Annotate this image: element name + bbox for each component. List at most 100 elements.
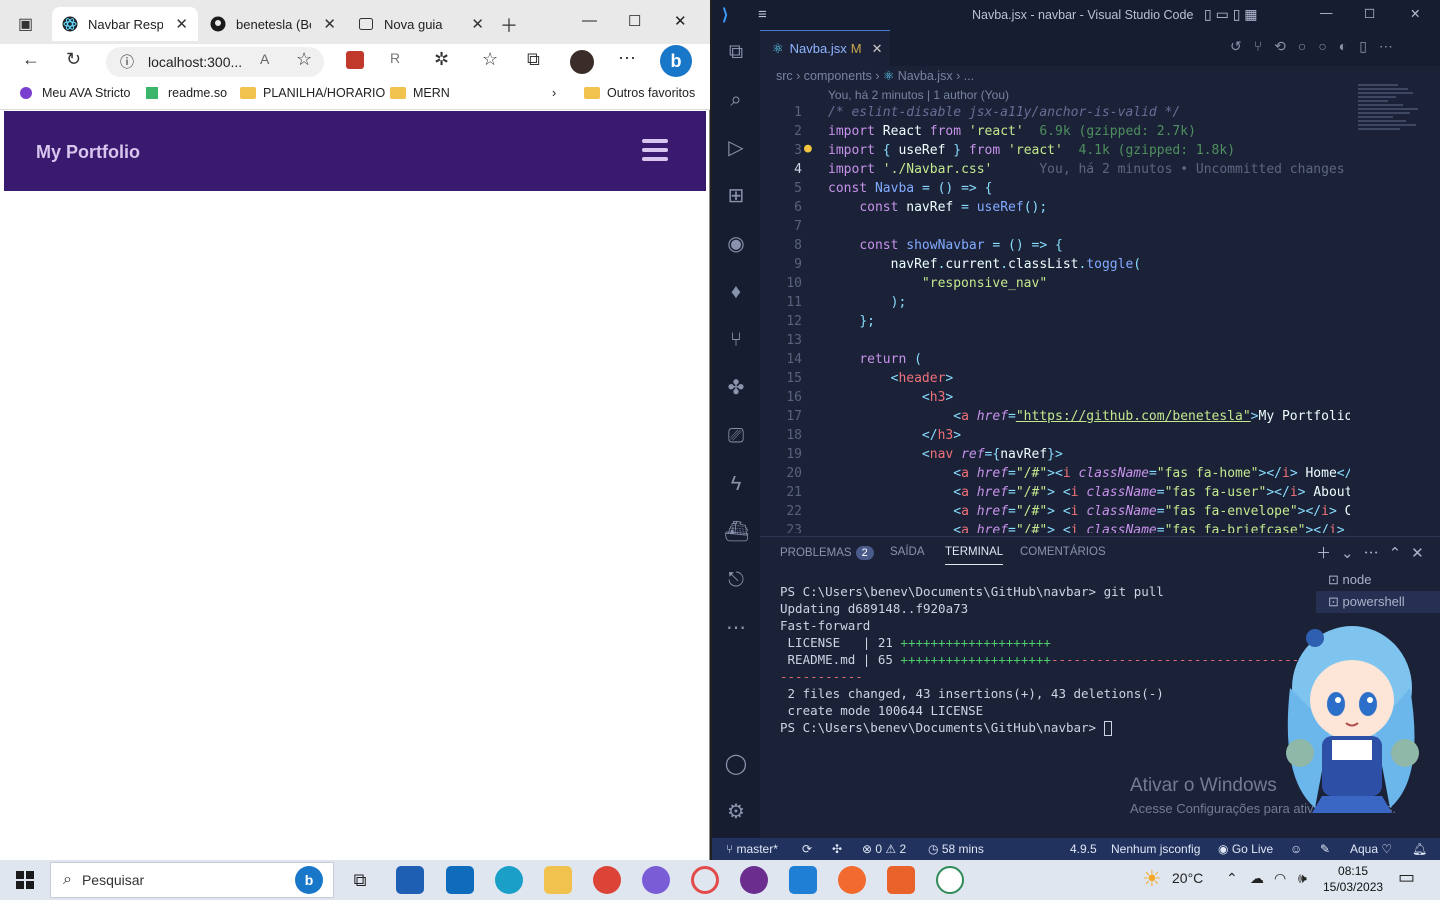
clock[interactable]: 08:15 15/03/2023 bbox=[1323, 863, 1383, 895]
breadcrumb-item[interactable]: ... bbox=[964, 69, 974, 83]
refresh-icon[interactable]: ↻ bbox=[66, 49, 81, 70]
reader-icon[interactable]: R bbox=[390, 50, 400, 66]
tab-problems[interactable]: PROBLEMAS 2 bbox=[780, 546, 874, 560]
close-tab-icon[interactable]: ✕ bbox=[471, 15, 484, 33]
address-bar[interactable]: ⓘ localhost:300... bbox=[106, 47, 324, 77]
code-editor[interactable]: 1/* eslint-disable jsx-a11y/anchor-is-va… bbox=[760, 103, 1350, 533]
close-tab-icon[interactable]: ✕ bbox=[872, 41, 883, 57]
more-icon[interactable]: ⋯ bbox=[618, 48, 636, 69]
sync-icon[interactable]: ⟳ bbox=[802, 842, 812, 856]
editor-actions-icon[interactable]: ↺⑂⟲○○◐▯⋯ bbox=[1230, 38, 1405, 55]
git-graph-status-icon[interactable]: ✣ bbox=[832, 842, 842, 856]
favorite-readme[interactable]: readme.so bbox=[146, 86, 227, 100]
source-control-icon[interactable]: ⑂ bbox=[724, 328, 748, 352]
task-view-icon[interactable]: ⧉ bbox=[346, 866, 374, 894]
tab-new[interactable]: Nova guia ✕ bbox=[348, 7, 494, 41]
codelens-blame[interactable]: You, há 2 minutos | 1 author (You) bbox=[828, 88, 1009, 102]
terminal-node[interactable]: ⊡ node bbox=[1316, 569, 1440, 591]
add-favorite-icon[interactable]: ☆ bbox=[296, 49, 312, 70]
mongodb-compass-icon[interactable] bbox=[936, 866, 964, 894]
theme-status[interactable]: Aqua ♡ bbox=[1350, 842, 1392, 856]
extensions-icon[interactable]: ⊞ bbox=[724, 184, 748, 208]
remote-explorer-icon[interactable]: ⎚ bbox=[724, 424, 748, 448]
tab-github[interactable]: benetesla (Bene ✕ bbox=[200, 7, 346, 41]
app-icon[interactable] bbox=[642, 866, 670, 894]
maximize-icon[interactable]: ☐ bbox=[1364, 6, 1375, 21]
site-title[interactable]: My Portfolio bbox=[36, 142, 140, 163]
search-icon[interactable]: ⌕ bbox=[724, 88, 748, 112]
ts-version[interactable]: 4.9.5 bbox=[1070, 842, 1097, 856]
favorite-ava[interactable]: Meu AVA Stricto bbox=[20, 86, 130, 100]
tab-navba-jsx[interactable]: ⚛ Navba.jsx M ✕ bbox=[760, 30, 890, 66]
tray-chevron-icon[interactable]: ⌃ bbox=[1226, 870, 1238, 887]
feedback-icon[interactable]: ✎ bbox=[1320, 842, 1330, 856]
favorite-outros[interactable]: Outros favoritos bbox=[584, 86, 695, 100]
minimap[interactable] bbox=[1358, 84, 1428, 164]
menu-icon[interactable]: ≡ bbox=[758, 6, 767, 23]
favorite-mern[interactable]: MERN bbox=[390, 86, 450, 100]
tab-actions-icon[interactable]: ▣ bbox=[18, 14, 33, 34]
notifications-icon[interactable]: 🔔︎ bbox=[1412, 842, 1427, 856]
close-window-icon[interactable]: ✕ bbox=[674, 12, 687, 30]
windows-start-icon[interactable] bbox=[16, 871, 34, 889]
new-tab-button[interactable]: ＋ bbox=[500, 12, 518, 38]
bing-icon[interactable]: b bbox=[295, 866, 323, 894]
time-tracker[interactable]: ◷ 58 mins bbox=[928, 842, 984, 856]
maximize-icon[interactable]: ☐ bbox=[628, 12, 641, 30]
weather-temp[interactable]: 20°C bbox=[1172, 870, 1203, 886]
opera-icon[interactable] bbox=[691, 866, 719, 894]
hamburger-menu-icon[interactable] bbox=[642, 139, 668, 163]
brackets-icon[interactable] bbox=[887, 866, 915, 894]
tab-terminal[interactable]: TERMINAL bbox=[945, 546, 1004, 565]
tab-comments[interactable]: COMENTÁRIOS bbox=[1020, 546, 1106, 558]
wifi-icon[interactable]: ◠ bbox=[1274, 870, 1286, 887]
volume-icon[interactable]: 🕪︎ bbox=[1298, 870, 1307, 887]
close-window-icon[interactable]: ✕ bbox=[1410, 6, 1420, 21]
git-graph-icon[interactable]: ⎋ bbox=[724, 568, 748, 592]
taskbar-search[interactable]: ⌕ Pesquisar b bbox=[50, 862, 334, 898]
mail-icon[interactable] bbox=[446, 866, 474, 894]
favorites-icon[interactable]: ☆ bbox=[482, 49, 498, 70]
vscode-icon[interactable] bbox=[789, 866, 817, 894]
close-tab-icon[interactable]: ✕ bbox=[175, 15, 188, 33]
notification-center-icon[interactable]: ▭ bbox=[1398, 867, 1415, 888]
tab-output[interactable]: SAÍDA bbox=[890, 546, 925, 558]
run-debug-icon[interactable]: ▷ bbox=[724, 136, 748, 160]
terminal-output[interactable]: PS C:\Users\benev\Documents\GitHub\navba… bbox=[780, 583, 1322, 736]
plugins-icon[interactable]: ✤ bbox=[724, 376, 748, 400]
account-icon[interactable]: ◯ bbox=[724, 752, 748, 776]
edge-icon[interactable] bbox=[495, 866, 523, 894]
favorite-planilha[interactable]: PLANILHA/HORARIO bbox=[240, 86, 385, 100]
bing-icon[interactable]: b bbox=[660, 45, 692, 77]
store-icon[interactable] bbox=[396, 866, 424, 894]
docker-icon[interactable]: ⛴ bbox=[724, 520, 749, 544]
layout-icon[interactable]: ▯ ▭ ▯ ▦ bbox=[1204, 6, 1258, 23]
extension-icon[interactable] bbox=[346, 51, 364, 69]
extensions-icon[interactable]: ✲ bbox=[434, 49, 449, 70]
problems-status[interactable]: ⊗ 0 ⚠ 2 bbox=[862, 842, 906, 856]
postman-icon[interactable] bbox=[838, 866, 866, 894]
more-icon[interactable]: ⋯ bbox=[724, 616, 748, 640]
go-live-button[interactable]: ◉ Go Live bbox=[1218, 842, 1273, 856]
back-icon[interactable]: ← bbox=[22, 49, 40, 70]
jsconfig-status[interactable]: Nenhum jsconfig bbox=[1111, 842, 1200, 856]
onedrive-icon[interactable]: ☁ bbox=[1250, 870, 1264, 887]
minimize-icon[interactable]: — bbox=[1320, 6, 1333, 20]
minimize-icon[interactable]: — bbox=[582, 12, 597, 29]
read-aloud-icon[interactable]: A bbox=[260, 51, 269, 67]
breadcrumb-item[interactable]: Navba.jsx bbox=[898, 69, 953, 83]
thunder-client-icon[interactable]: ϟ bbox=[724, 472, 748, 496]
avatar[interactable] bbox=[570, 50, 594, 74]
remote-icon[interactable]: ◉ bbox=[724, 232, 748, 256]
chrome-icon[interactable] bbox=[593, 866, 621, 894]
info-icon[interactable]: ⓘ bbox=[120, 52, 134, 72]
file-explorer-icon[interactable] bbox=[544, 866, 572, 894]
tab-navbar[interactable]: Navbar Respon ✕ bbox=[52, 7, 198, 41]
favorites-more-icon[interactable]: › bbox=[552, 86, 556, 100]
panel-actions-icon[interactable]: ＋⌄⋯⌃✕ bbox=[1316, 542, 1434, 563]
close-tab-icon[interactable]: ✕ bbox=[323, 15, 336, 33]
breadcrumb-item[interactable]: src bbox=[776, 69, 793, 83]
github-desktop-icon[interactable] bbox=[740, 866, 768, 894]
weather-icon[interactable]: ☀ bbox=[1142, 866, 1162, 892]
branch-status[interactable]: ⑂ master* bbox=[726, 842, 778, 856]
